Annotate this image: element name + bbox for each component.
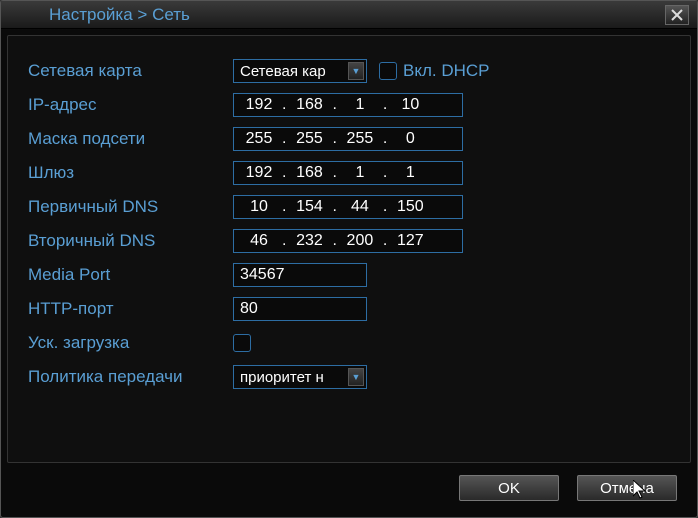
dhcp-checkbox[interactable] (379, 62, 397, 80)
transfer-policy-value: приоритет н (240, 369, 324, 386)
window-title: Настройка > Сеть (9, 5, 665, 25)
network-card-value: Сетевая кар (240, 63, 326, 80)
label-ip: IP-адрес (28, 95, 233, 115)
dns2-oct-2[interactable] (288, 232, 330, 250)
label-mask: Маска подсети (28, 129, 233, 149)
dns1-oct-3[interactable] (339, 198, 381, 216)
mask-oct-2[interactable] (288, 130, 330, 148)
ok-button[interactable]: OK (459, 475, 559, 501)
secondary-dns-field[interactable]: . . . (233, 229, 463, 253)
label-gateway: Шлюз (28, 163, 233, 183)
dns1-oct-2[interactable] (288, 198, 330, 216)
gw-oct-4[interactable] (389, 164, 431, 182)
label-transfer-policy: Политика передачи (28, 367, 233, 387)
dropdown-arrow-icon: ▼ (348, 62, 364, 80)
gw-oct-3[interactable] (339, 164, 381, 182)
label-network-card: Сетевая карта (28, 61, 233, 81)
subnet-mask-field[interactable]: . . . (233, 127, 463, 151)
mask-oct-3[interactable] (339, 130, 381, 148)
cancel-button[interactable]: Отмена (577, 475, 677, 501)
transfer-policy-select[interactable]: приоритет н ▼ (233, 365, 367, 389)
label-http-port: HTTP-порт (28, 299, 233, 319)
content-panel: Сетевая карта Сетевая кар ▼ Вкл. DHCP IP… (7, 35, 691, 463)
ip-address-field[interactable]: . . . (233, 93, 463, 117)
dns1-oct-4[interactable] (389, 198, 431, 216)
close-button[interactable] (665, 5, 689, 25)
label-dns1: Первичный DNS (28, 197, 233, 217)
ip-oct-2[interactable] (288, 96, 330, 114)
gw-oct-2[interactable] (288, 164, 330, 182)
label-fast-download: Уск. загрузка (28, 333, 233, 353)
footer: OK Отмена (459, 475, 677, 501)
dns2-oct-3[interactable] (339, 232, 381, 250)
primary-dns-field[interactable]: . . . (233, 195, 463, 219)
dns2-oct-4[interactable] (389, 232, 431, 250)
media-port-input[interactable] (233, 263, 367, 287)
titlebar: Настройка > Сеть (1, 1, 697, 29)
fast-download-checkbox[interactable] (233, 334, 251, 352)
dropdown-arrow-icon: ▼ (348, 368, 364, 386)
label-dns2: Вторичный DNS (28, 231, 233, 251)
mask-oct-4[interactable] (389, 130, 431, 148)
network-card-select[interactable]: Сетевая кар ▼ (233, 59, 367, 83)
http-port-input[interactable] (233, 297, 367, 321)
label-media-port: Media Port (28, 265, 233, 285)
mask-oct-1[interactable] (238, 130, 280, 148)
window: Настройка > Сеть Сетевая карта Сетевая к… (0, 0, 698, 518)
gw-oct-1[interactable] (238, 164, 280, 182)
ip-oct-4[interactable] (389, 96, 431, 114)
gateway-field[interactable]: . . . (233, 161, 463, 185)
label-dhcp: Вкл. DHCP (403, 61, 490, 81)
dns2-oct-1[interactable] (238, 232, 280, 250)
ip-oct-3[interactable] (339, 96, 381, 114)
dns1-oct-1[interactable] (238, 198, 280, 216)
ip-oct-1[interactable] (238, 96, 280, 114)
